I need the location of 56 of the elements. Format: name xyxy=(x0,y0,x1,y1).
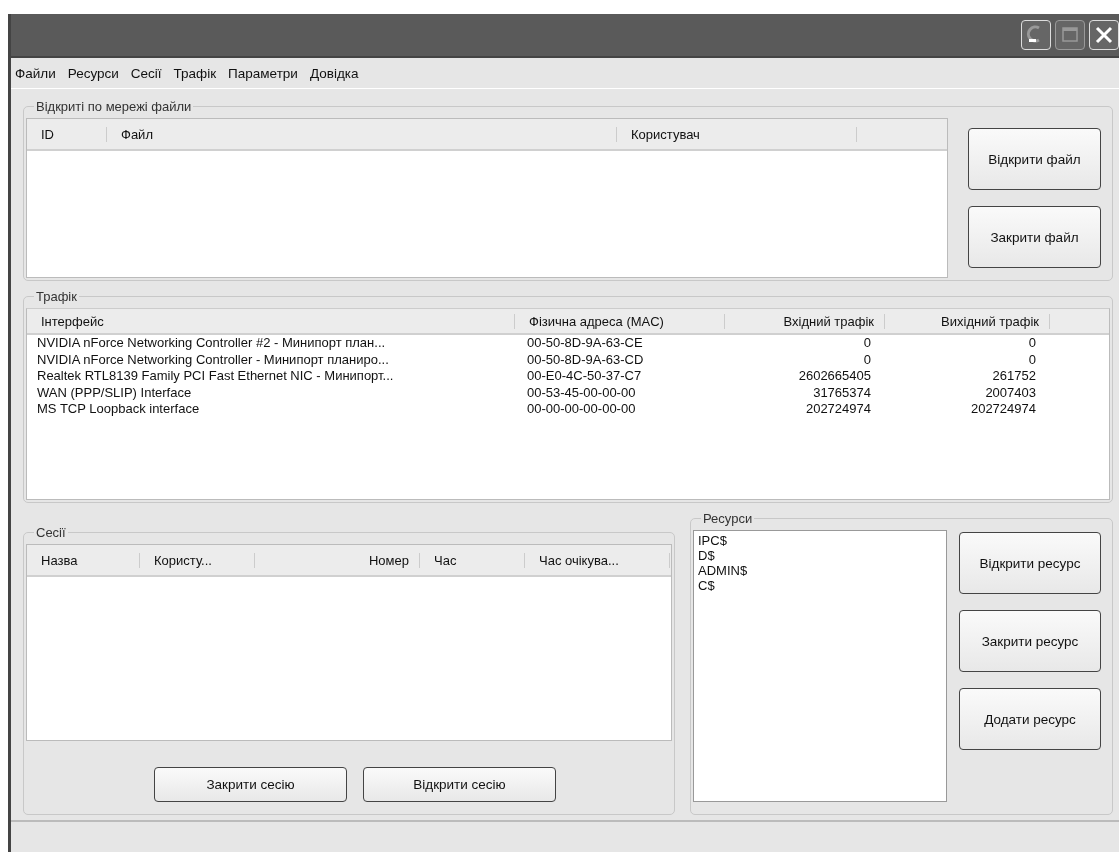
menu-item[interactable]: Параметри xyxy=(228,65,298,81)
open-file-button[interactable]: Відкрити файл xyxy=(968,128,1101,190)
add-resource-button[interactable]: Додати ресурс xyxy=(959,688,1101,750)
menu-item[interactable]: Ресурси xyxy=(67,65,119,81)
column-header[interactable]: Фізична адреса (MAC) xyxy=(515,313,725,329)
close-button[interactable] xyxy=(1089,20,1119,50)
close-resource-button[interactable]: Закрити ресурс xyxy=(959,610,1101,672)
column-header[interactable]: Файл xyxy=(107,126,617,142)
minimize-button[interactable] xyxy=(1021,20,1051,50)
close-icon xyxy=(1093,24,1115,46)
menu-item[interactable]: Трафік xyxy=(173,65,217,81)
open-session-button[interactable]: Відкрити сесію xyxy=(363,767,556,802)
table-cell-text: Realtek RTL8139 Family PCI Fast Ethernet NIC - Минипорт... xyxy=(36,368,395,385)
open-resource-button[interactable]: Відкрити ресурс xyxy=(959,532,1101,594)
table-cell-text: 202724974 xyxy=(969,401,1037,418)
group-title: Ресурси xyxy=(702,511,754,526)
menu-item[interactable]: Сесії xyxy=(130,65,162,81)
group-title: Трафік xyxy=(35,289,78,304)
table-cell-text: 00-53-45-00-00-00 xyxy=(526,384,637,401)
column-header[interactable]: Вихідний трафік xyxy=(885,313,1050,329)
list-item[interactable]: IPC$ xyxy=(698,533,727,548)
menu-item[interactable]: Довідка xyxy=(309,65,359,81)
column-header[interactable]: Вхідний трафік xyxy=(725,313,885,329)
list-item[interactable]: ADMIN$ xyxy=(698,563,748,578)
table-cell-text: 00-00-00-00-00-00 xyxy=(526,401,637,418)
column-header[interactable]: ID xyxy=(27,126,107,142)
list-item[interactable]: D$ xyxy=(698,548,715,563)
menu-item[interactable]: Файли xyxy=(15,65,56,81)
table-cell-text: 2007403 xyxy=(984,384,1037,401)
close-file-button[interactable]: Закрити файл xyxy=(968,206,1101,268)
table-cell-text: 00-50-8D-9A-63-CD xyxy=(526,351,645,368)
close-session-button[interactable]: Закрити сесію xyxy=(154,767,347,802)
table-cell-text: 00-50-8D-9A-63-CE xyxy=(526,335,644,352)
column-header[interactable]: Назва xyxy=(27,552,140,568)
table-cell-text: MS TCP Loopback interface xyxy=(36,401,201,418)
table-cell-text: 202724974 xyxy=(804,401,872,418)
table-cell-text: 0 xyxy=(862,351,872,368)
column-header[interactable]: Час очікува... xyxy=(525,552,670,568)
column-header[interactable]: Інтерфейс xyxy=(27,313,515,329)
table-cell-text: 31765374 xyxy=(812,384,872,401)
group-title: Відкриті по мережі файли xyxy=(35,99,193,114)
table-cell-text: 0 xyxy=(1027,335,1037,352)
list-item[interactable]: C$ xyxy=(698,578,715,593)
column-header[interactable]: Час xyxy=(420,552,525,568)
table-cell-text: NVIDIA nForce Networking Controller - Минипорт планиро... xyxy=(36,351,390,368)
table-cell-text: 00-E0-4C-50-37-C7 xyxy=(526,368,643,385)
column-header[interactable]: Номер xyxy=(255,552,420,568)
table-cell-text: 0 xyxy=(862,335,872,352)
table-cell-text: WAN (PPP/SLIP) Interface xyxy=(36,384,193,401)
table-cell-text: 2602665405 xyxy=(797,368,872,385)
group-title: Сесії xyxy=(35,525,67,540)
table-cell-text: 0 xyxy=(1027,351,1037,368)
table-cell-text: 261752 xyxy=(991,368,1037,385)
column-header[interactable]: Користувач xyxy=(617,126,857,142)
column-header[interactable]: Користу... xyxy=(140,552,255,568)
table-cell-text: NVIDIA nForce Networking Controller #2 - Минипорт план... xyxy=(36,335,387,352)
